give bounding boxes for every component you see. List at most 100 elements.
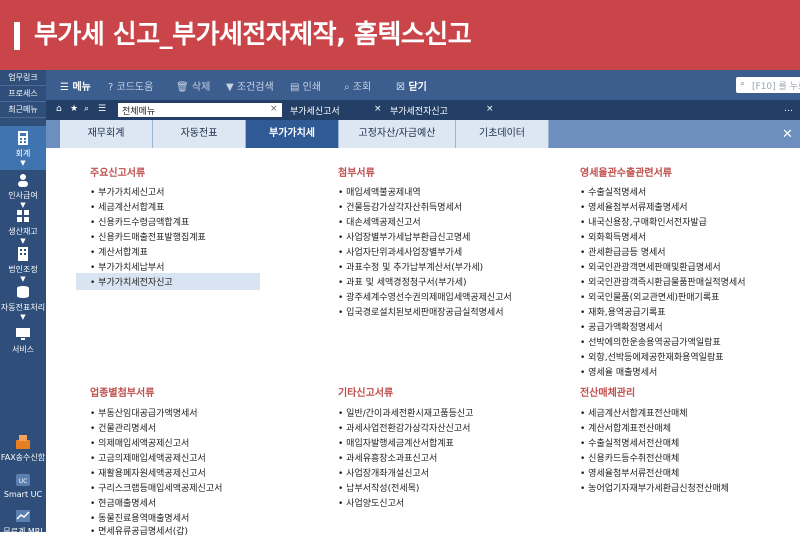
menu-item[interactable]: • 세금계산서합계표	[90, 200, 164, 213]
print-button[interactable]: ▤ 인쇄	[290, 78, 321, 93]
filter-label: 조건검색	[236, 82, 274, 93]
menu-item[interactable]: • 납부서작성(전세목)	[338, 481, 419, 494]
sidebar-item-hr[interactable]: 인사급여 ▼	[0, 172, 46, 209]
calculator-icon	[18, 131, 28, 145]
menu-item[interactable]: • 사업양도신고서	[338, 496, 404, 509]
sidebar-item-label: FAX송수신함	[0, 453, 46, 462]
menu-item-selected[interactable]: • 부가가치세전자신고	[76, 273, 260, 290]
menu-item[interactable]: • 입국경로설치된보세판매장공급실적명세서	[338, 305, 504, 318]
menu-item[interactable]: • 과표 및 세액경정청구서(부가세)	[338, 275, 467, 288]
menu-item[interactable]: • 부동산임대공급가액명세서	[90, 406, 198, 419]
sidebar-item-fax[interactable]: FAX송수신함	[0, 434, 46, 463]
close-tab-icon[interactable]: ×	[486, 104, 494, 114]
menu-item[interactable]: • 영세율 매출명세서	[580, 365, 657, 378]
menu-item[interactable]: • 부가가치세납부서	[90, 260, 164, 273]
menu-item[interactable]: • 세금계산서합계표전산매체	[580, 406, 688, 419]
menu-item[interactable]: • 신용카드수령금액합계표	[90, 215, 189, 228]
menu-item[interactable]: • 외국인관광객즉시환급물품판매실적명세서	[580, 275, 746, 288]
menu-item[interactable]: • 사업장별부가세납부환급신고명세	[338, 230, 470, 243]
menu-item[interactable]: • 사업자단위과세사업장별부가세	[338, 245, 462, 258]
menu-button[interactable]: ☰ 메뉴	[60, 78, 91, 93]
menu-search-input[interactable]: 전체메뉴 ×	[118, 103, 282, 117]
tab-base-data[interactable]: 기초데이터	[456, 120, 549, 148]
building-icon	[18, 247, 28, 261]
menu-item[interactable]: • 동물진료용역매출명세서	[90, 511, 189, 524]
menu-item[interactable]: • 관세환급금등 명세서	[580, 245, 666, 258]
tab-vat-return[interactable]: 부가세신고서	[290, 104, 340, 117]
menu-item[interactable]: • 과세사업전환감가상각자산신고서	[338, 421, 470, 434]
menu-item[interactable]: • 재활용폐자원세액공제신고서	[90, 466, 206, 479]
menu-item[interactable]: • 구리스크랩등매입세액공제신고서	[90, 481, 222, 494]
tab-vat[interactable]: 부가가치세	[246, 120, 339, 148]
tab-financial[interactable]: 재무회계	[60, 120, 153, 148]
menu-item[interactable]: • 과세유흥장소과표신고서	[338, 451, 437, 464]
trash-icon: 🗑	[176, 82, 189, 93]
close-tab-icon[interactable]: ×	[374, 104, 382, 114]
list-icon[interactable]: ☰	[98, 104, 106, 114]
menu-item[interactable]: • 고금의제매입세액공제신고서	[90, 451, 206, 464]
sidebar-link-work[interactable]: 업무링크	[0, 70, 46, 86]
star-icon[interactable]: ★	[70, 104, 78, 114]
sidebar-item-accounting[interactable]: 회계 ▼	[0, 126, 46, 170]
menu-item[interactable]: • 영세율첨부서류제출명세서	[580, 200, 688, 213]
tab-vat-electronic[interactable]: 부가세전자신고	[390, 104, 448, 117]
home-icon[interactable]: ⌂	[56, 104, 62, 114]
clear-icon[interactable]: ×	[270, 104, 278, 114]
menu-item[interactable]: • 외국인물품(외교관면세)판매기록표	[580, 290, 719, 303]
menu-item[interactable]: • 의제매입세액공제신고서	[90, 436, 189, 449]
search-icon[interactable]: ⌕	[84, 104, 89, 114]
tab-fixed-assets[interactable]: 고정자산/자금예산	[339, 120, 456, 148]
grid-icon	[17, 210, 29, 222]
chevron-down-icon: ▼	[20, 237, 26, 245]
sidebar-item-auto-slip[interactable]: 자동전표처리 ▼	[0, 284, 46, 321]
sidebar-item-production[interactable]: 생산재고 ▼	[0, 208, 46, 245]
help-button[interactable]: ? 코드도움	[108, 78, 153, 93]
fax-icon	[16, 435, 30, 449]
menu-item[interactable]: • 신용카드매출전표발행집계표	[90, 230, 206, 243]
menu-item[interactable]: • 건물관리명세서	[90, 421, 156, 434]
sidebar-item-service[interactable]: 서비스	[0, 326, 46, 355]
menu-item[interactable]: • 부가가치세신고서	[90, 185, 164, 198]
menu-item[interactable]: • 과표수정 및 추가납부계산서(부가세)	[338, 260, 483, 273]
menu-item[interactable]: • 매입세액불공제내역	[338, 185, 421, 198]
view-button[interactable]: ⌕ 조회	[344, 78, 371, 93]
menu-item[interactable]: • 외항,선박등에제공한재화용역일람표	[580, 350, 724, 363]
menu-item[interactable]: • 광주세계수영선수권의제매입세액공제신고서	[338, 290, 512, 303]
sidebar-item-corporate[interactable]: 법인조정 ▼	[0, 246, 46, 283]
menu-item[interactable]: • 사업장개좌개설신고서	[338, 466, 429, 479]
sidebar-item-mri[interactable]: 무료계 MRI	[0, 508, 46, 537]
sidebar-top-links: 업무링크 프로세스 최근메뉴	[0, 70, 46, 118]
menu-item[interactable]: • 대손세액공제신고서	[338, 215, 421, 228]
menu-item[interactable]: • 현금매출명세서	[90, 496, 156, 509]
sidebar-item-label: 인사급여	[8, 191, 38, 200]
menu-item[interactable]: • 농어업기자재부가세환급신청전산매체	[580, 481, 729, 494]
menu-item[interactable]: • 일반/간이과세전환시재고품등신고	[338, 406, 473, 419]
menu-item[interactable]: • 수출실적명세서	[580, 185, 646, 198]
menu-item[interactable]: • 계산서합계표전산매체	[580, 421, 671, 434]
menu-item[interactable]: • 선박에의한운송용역공급가액일람표	[580, 335, 721, 348]
menu-item[interactable]: • 건물등감가상각자산취득명세서	[338, 200, 462, 213]
menu-item[interactable]: • 외국인관광객면세판매및환급명세서	[580, 260, 721, 273]
close-icon[interactable]: ✕	[782, 127, 793, 142]
close-button[interactable]: ☒ 닫기	[396, 78, 427, 93]
menu-item[interactable]: • 신용카드등수취전산매체	[580, 451, 679, 464]
menu-item[interactable]: • 공급가액확정명세서	[580, 320, 663, 333]
menu-item[interactable]: • 외화획득명세서	[580, 230, 646, 243]
delete-button[interactable]: 🗑 삭제	[176, 78, 210, 93]
menu-item[interactable]: • 내국신용장,구매확인서전자발급	[580, 215, 707, 228]
menu-item[interactable]: • 매입자발행세금계산서합계표	[338, 436, 454, 449]
tab-label: 부가세신고서	[290, 107, 340, 117]
sidebar-link-process[interactable]: 프로세스	[0, 86, 46, 102]
more-icon[interactable]: …	[784, 104, 793, 114]
search-box[interactable]: ⌕ [F10] 를 누르세요	[736, 77, 800, 93]
chevron-down-icon: ▼	[20, 159, 26, 167]
sidebar-link-recent[interactable]: 최근메뉴	[0, 102, 46, 118]
menu-item[interactable]: • 면세유류공급명세서(갑)	[90, 524, 188, 537]
menu-item[interactable]: • 수출실적명세서전산매체	[580, 436, 679, 449]
menu-item[interactable]: • 계산서합계표	[90, 245, 148, 258]
menu-item[interactable]: • 재화,용역공급기록표	[580, 305, 666, 318]
menu-item[interactable]: • 영세율첨부서류전산매체	[580, 466, 679, 479]
filter-button[interactable]: ▼ 조건검색	[226, 78, 274, 93]
sidebar-item-smart-uc[interactable]: UC Smart UC	[0, 472, 46, 499]
tab-auto-slip[interactable]: 자동전표	[153, 120, 246, 148]
